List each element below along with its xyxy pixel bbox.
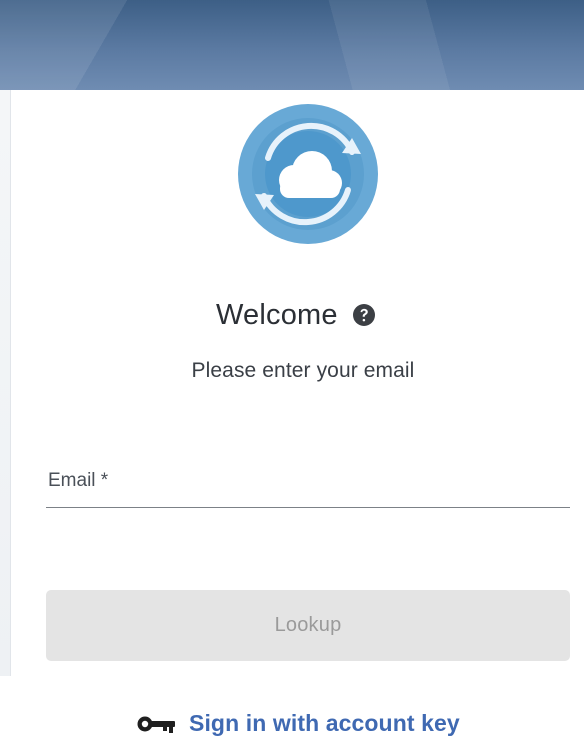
- page-subtitle: Please enter your email: [191, 359, 415, 382]
- email-field-group: Email *: [46, 464, 570, 508]
- top-banner: [0, 0, 584, 90]
- cloud-sync-icon: [238, 104, 378, 244]
- account-key-link-label: Sign in with account key: [189, 710, 460, 736]
- welcome-heading-row: Welcome: [216, 295, 376, 335]
- page-title: Welcome: [216, 298, 338, 331]
- login-card: Welcome Please enter your email Email * …: [11, 90, 584, 736]
- question-circle-icon[interactable]: [352, 303, 376, 327]
- email-field[interactable]: [46, 464, 570, 508]
- lookup-button[interactable]: Lookup: [46, 590, 570, 661]
- sign-in-with-account-key-link[interactable]: Sign in with account key: [137, 710, 460, 737]
- left-side-strip: [0, 90, 11, 676]
- key-icon: [137, 714, 177, 734]
